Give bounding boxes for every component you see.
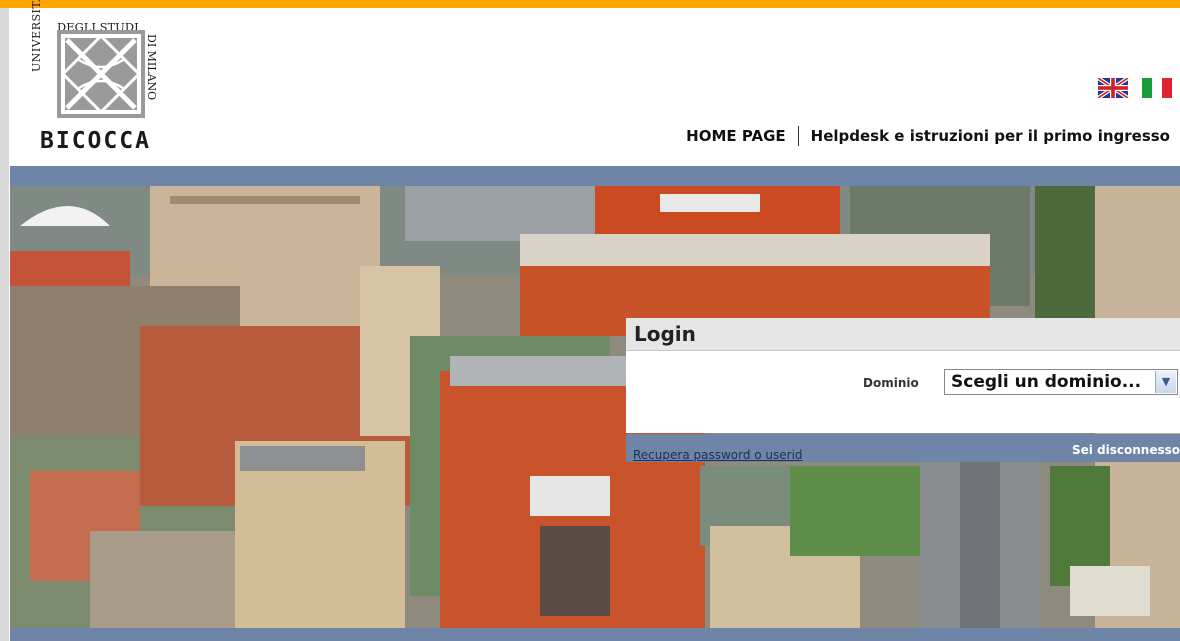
domain-select-value: Scegli un dominio... bbox=[951, 372, 1142, 392]
login-body: Dominio Scegli un dominio... ▼ bbox=[626, 351, 1180, 433]
domain-select[interactable]: Scegli un dominio... ▼ bbox=[944, 369, 1178, 395]
left-rail bbox=[0, 8, 9, 641]
university-logo[interactable]: UNIVERSITA' DEGLI STUDI DI MILANO BICOCC… bbox=[30, 0, 164, 156]
nav-divider bbox=[797, 126, 799, 146]
footer-band bbox=[10, 628, 1180, 641]
login-title: Login bbox=[634, 322, 696, 346]
logo-text-right: DI MILANO bbox=[145, 34, 158, 101]
login-header: Login bbox=[626, 318, 1180, 351]
uk-flag-icon[interactable] bbox=[1098, 78, 1128, 98]
top-navigation: HOME PAGE Helpdesk e istruzioni per il p… bbox=[686, 126, 1170, 146]
helpdesk-link[interactable]: Helpdesk e istruzioni per il primo ingre… bbox=[811, 127, 1170, 145]
logo-seal-icon bbox=[57, 30, 145, 118]
connection-status: Sei disconnesso bbox=[1071, 443, 1180, 457]
logo-text-left: UNIVERSITA' bbox=[30, 0, 43, 72]
login-panel: Login Dominio Scegli un dominio... ▼ Rec… bbox=[626, 318, 1180, 462]
logo-name: BICOCCA bbox=[40, 128, 151, 154]
chevron-down-icon[interactable]: ▼ bbox=[1155, 371, 1176, 393]
italy-flag-icon[interactable] bbox=[1142, 78, 1172, 98]
language-switcher bbox=[1098, 78, 1172, 98]
recover-password-link[interactable]: Recupera password o userid bbox=[633, 448, 803, 462]
login-footer: Recupera password o userid Sei disconnes… bbox=[626, 434, 1180, 462]
header-band bbox=[10, 166, 1180, 186]
domain-label: Dominio bbox=[863, 376, 919, 390]
top-accent-bar bbox=[0, 0, 1180, 8]
home-page-link[interactable]: HOME PAGE bbox=[686, 127, 786, 145]
